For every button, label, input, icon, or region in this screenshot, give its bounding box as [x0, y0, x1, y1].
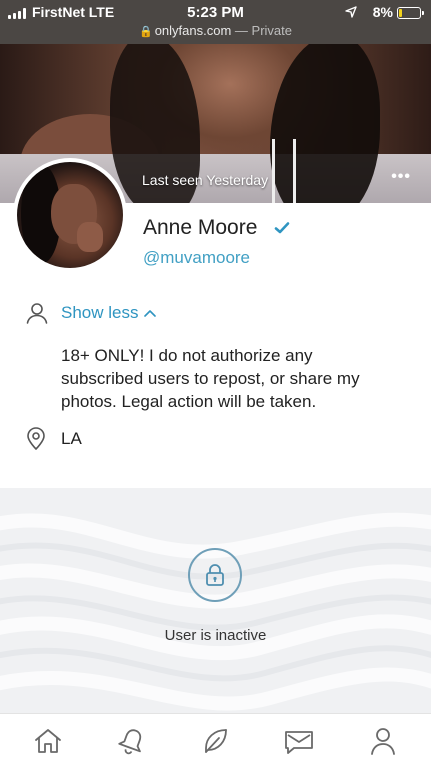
battery-fill [399, 9, 402, 17]
private-mode-label: Private [251, 23, 292, 38]
status-bar: FirstNet LTE 5:23 PM 8% [0, 4, 431, 22]
inactive-message: User is inactive [164, 627, 267, 644]
feather-icon [205, 728, 228, 753]
last-seen-label: Last seen Yesterday [142, 172, 269, 188]
avatar-shape [77, 222, 103, 252]
lock-icon [206, 564, 224, 586]
nav-notifications-button[interactable] [112, 721, 152, 761]
battery-percent: 8% [372, 4, 393, 20]
bell-icon [118, 728, 141, 754]
location-arrow-icon [345, 6, 357, 21]
profile-handle[interactable]: @muvamoore [143, 248, 250, 268]
browser-top-bar: FirstNet LTE 5:23 PM 8% 🔒 onlyfans.com — … [0, 0, 431, 44]
avatar[interactable] [13, 158, 127, 272]
location-row: LA [25, 427, 82, 451]
url-separator: — [231, 23, 252, 38]
more-options-button[interactable]: ••• [391, 168, 411, 186]
profile-name: Anne Moore [143, 216, 258, 239]
cover-shape [272, 139, 296, 203]
chevron-up-icon [144, 310, 157, 317]
nav-messages-button[interactable] [279, 721, 319, 761]
bottom-nav [0, 713, 431, 767]
inactive-lock-badge [188, 548, 242, 602]
nav-home-button[interactable] [28, 721, 68, 761]
profile-icon [371, 727, 395, 755]
location-pin-icon [27, 427, 45, 450]
home-icon [34, 728, 61, 753]
url-domain: onlyfans.com [154, 23, 232, 38]
url-bar[interactable]: 🔒 onlyfans.com — Private [0, 23, 431, 38]
show-less-label: Show less [61, 303, 139, 322]
status-time: 5:23 PM [187, 4, 244, 21]
verified-badge-icon [274, 222, 290, 234]
avatar-photo [17, 162, 123, 268]
battery-icon [397, 7, 424, 19]
nav-create-post-button[interactable] [195, 721, 235, 761]
secure-lock-icon: 🔒 [139, 26, 153, 38]
show-less-button[interactable]: Show less [61, 303, 157, 323]
user-icon [26, 303, 48, 324]
nav-profile-button[interactable] [363, 721, 403, 761]
profile-bio: 18+ ONLY! I do not authorize any subscri… [61, 346, 360, 411]
profile-location: LA [61, 429, 82, 448]
message-icon [285, 730, 314, 754]
show-less-row: Show less [25, 300, 157, 326]
